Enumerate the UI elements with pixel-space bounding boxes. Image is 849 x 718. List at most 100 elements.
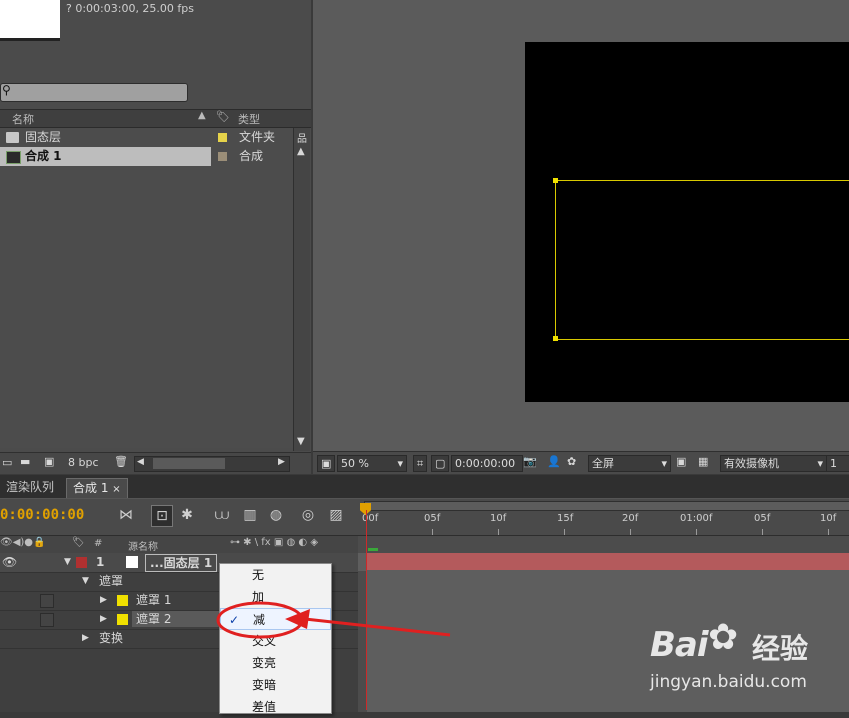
- project-search-input[interactable]: ⚲: [0, 83, 188, 102]
- type-column-header[interactable]: 类型: [238, 111, 260, 127]
- mask-lock-toggle[interactable]: [40, 594, 54, 608]
- expand-arrow-icon[interactable]: ▶: [82, 629, 89, 648]
- graph-editor-icon[interactable]: ▨: [326, 505, 346, 525]
- mask-vertex-handle[interactable]: [553, 336, 558, 341]
- menu-item-subtract[interactable]: ✓ 减: [220, 608, 331, 630]
- camera-dropdown[interactable]: 有效摄像机 ▾: [720, 455, 827, 472]
- expand-arrow-icon[interactable]: ▼: [64, 553, 71, 572]
- scroll-right-icon[interactable]: ▶: [278, 457, 285, 467]
- switches-icons: ⊶ ✱ \ fx ▣ ◍ ◐ ◈: [230, 537, 319, 548]
- solid-layer-icon: [126, 556, 138, 568]
- menu-item-none[interactable]: 无: [220, 564, 331, 586]
- sort-arrow-icon[interactable]: ▲: [198, 110, 206, 121]
- current-time-display[interactable]: 0:00:00:00: [0, 507, 84, 523]
- transparency-grid-icon[interactable]: ▦: [698, 455, 708, 468]
- snapshot-camera-icon[interactable]: 📷: [523, 455, 537, 468]
- project-item-folder[interactable]: 固态层 文件夹: [0, 128, 293, 147]
- menu-item-intersect[interactable]: 交叉: [220, 630, 331, 652]
- label-tag-icon[interactable]: 🏷: [72, 537, 85, 548]
- paw-logo-icon: ✿: [708, 617, 739, 658]
- time-ruler[interactable]: 00f 05f 10f 15f 20f 01:00f 05f 10f: [358, 499, 849, 535]
- timeline-track-header: [358, 535, 849, 553]
- mask-color-swatch[interactable]: [117, 614, 128, 625]
- scroll-down-icon[interactable]: ▼: [297, 436, 305, 447]
- source-name-column-header[interactable]: 源名称: [128, 538, 158, 553]
- chevron-down-icon: ▾: [397, 457, 403, 470]
- mask-name[interactable]: 遮罩 2: [132, 611, 220, 627]
- label-swatch: [218, 152, 227, 161]
- cache-indicator: [368, 548, 378, 551]
- mask-name[interactable]: 遮罩 1: [136, 591, 171, 610]
- scroll-up-icon[interactable]: ▲: [297, 146, 305, 157]
- menu-item-add[interactable]: 加: [220, 586, 331, 608]
- project-item-composition-meta[interactable]: 合成: [211, 147, 293, 166]
- trash-icon[interactable]: 🗑: [114, 455, 128, 468]
- playhead-line[interactable]: [366, 510, 367, 710]
- name-column-header[interactable]: 名称: [12, 111, 34, 127]
- layer-column-header: 👁◀)●🔒 🏷 # 源名称 ⊶ ✱ \ fx ▣ ◍ ◐ ◈: [0, 535, 358, 554]
- new-composition-icon[interactable]: ▣: [44, 455, 54, 468]
- composition-canvas[interactable]: [525, 42, 849, 402]
- live-update-icon[interactable]: ⊡: [151, 505, 173, 527]
- timeline-tabs: 渲染队列 合成 1 ×: [0, 475, 849, 499]
- menu-item-difference[interactable]: 差值: [220, 696, 331, 718]
- project-column-header: 名称 ▲ 🏷 类型: [0, 109, 311, 128]
- timeline-controls: 0:00:00:00 ⋈ ⊡ ✱ ⩊ ▥ ◍ ◎ ▨: [0, 499, 358, 535]
- mask-visibility-icon[interactable]: ▢: [431, 455, 450, 472]
- flowchart-icon[interactable]: 品: [297, 130, 307, 145]
- interpret-footage-icon[interactable]: ▭: [2, 456, 12, 469]
- bpc-label[interactable]: 8 bpc: [68, 456, 99, 469]
- work-area-bar[interactable]: [364, 501, 849, 511]
- mask-mode-context-menu: 无 加 ✓ 减 交叉 变亮 变暗 差值: [219, 563, 332, 714]
- label-swatch: [218, 133, 227, 142]
- color-channels-icon[interactable]: ✿: [567, 455, 576, 468]
- folder-icon: [6, 132, 19, 143]
- always-preview-icon[interactable]: ▣: [317, 455, 336, 472]
- zoom-dropdown[interactable]: 50 % ▾: [337, 455, 407, 472]
- mask-vertex-handle[interactable]: [553, 178, 558, 183]
- masks-group-label: 遮罩: [99, 574, 124, 588]
- show-snapshot-icon[interactable]: 👤: [547, 455, 561, 468]
- menu-item-lighten[interactable]: 变亮: [220, 652, 331, 674]
- draft-3d-icon[interactable]: ✱: [177, 505, 197, 525]
- baidu-jingyan-watermark: Bai ✿ 经验 jingyan.baidu.com: [650, 617, 840, 697]
- safe-zones-icon[interactable]: ⌗: [413, 455, 428, 472]
- tab-render-queue[interactable]: 渲染队列: [0, 478, 60, 497]
- motion-blur-icon[interactable]: ◍: [266, 505, 286, 525]
- brainstorm-icon[interactable]: ◎: [298, 505, 318, 525]
- av-features-icons: 👁◀)●🔒: [0, 537, 46, 548]
- viewer-toolbar: ▣ 50 % ▾ ⌗ ▢ 0:00:00:00 📷 👤 ✿ 全屏 ▾ ▣ ▦ 有效…: [313, 451, 849, 474]
- project-scrollbar[interactable]: 品 ▲ ▼: [293, 128, 310, 451]
- expand-arrow-icon[interactable]: ▼: [82, 572, 89, 591]
- label-tag-icon[interactable]: 🏷: [216, 110, 230, 123]
- scroll-left-icon[interactable]: ◀: [137, 457, 144, 467]
- composition-viewer: ▣ 50 % ▾ ⌗ ▢ 0:00:00:00 📷 👤 ✿ 全屏 ▾ ▣ ▦ 有效…: [313, 0, 849, 474]
- comp-mini-flowchart-icon[interactable]: ⋈: [116, 505, 136, 525]
- horizontal-scrollbar[interactable]: ◀ ▶: [134, 456, 290, 472]
- video-visibility-icon[interactable]: 👁: [2, 553, 17, 572]
- menu-item-darken[interactable]: 变暗: [220, 674, 331, 696]
- resolution-dropdown[interactable]: 全屏 ▾: [588, 455, 671, 472]
- region-of-interest-icon[interactable]: ▣: [676, 455, 686, 468]
- watermark-brand-cn: 经验: [752, 632, 809, 665]
- expand-arrow-icon[interactable]: ▶: [100, 591, 107, 610]
- mask-outline[interactable]: [553, 178, 849, 341]
- project-item-composition[interactable]: 合成 1: [0, 147, 211, 166]
- hide-shy-layers-icon[interactable]: ⩊: [212, 505, 232, 525]
- scroll-thumb[interactable]: [153, 458, 225, 469]
- close-icon[interactable]: ×: [112, 484, 120, 495]
- layer-duration-bar[interactable]: [367, 553, 849, 570]
- mask-lock-toggle[interactable]: [40, 613, 54, 627]
- tab-composition[interactable]: 合成 1 ×: [66, 478, 128, 498]
- composition-thumbnail: [0, 0, 60, 41]
- mask-color-swatch[interactable]: [117, 595, 128, 606]
- frame-blending-icon[interactable]: ▥: [240, 505, 260, 525]
- expand-arrow-icon[interactable]: ▶: [100, 610, 107, 629]
- viewer-timecode[interactable]: 0:00:00:00: [451, 455, 523, 472]
- view-layout-dropdown[interactable]: 1: [826, 455, 849, 472]
- layer-name[interactable]: ...固态层 1: [145, 554, 218, 572]
- new-folder-icon[interactable]: ▬: [20, 455, 30, 468]
- layer-label-color[interactable]: [76, 557, 87, 568]
- search-icon: ⚲: [2, 83, 11, 97]
- watermark-url: jingyan.baidu.com: [650, 672, 807, 692]
